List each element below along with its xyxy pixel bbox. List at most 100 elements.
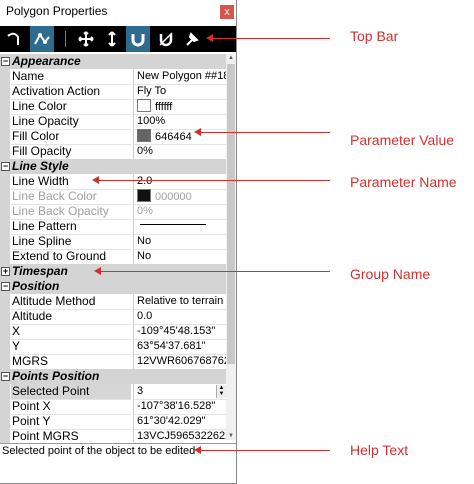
group-name: Position (12, 279, 60, 293)
property-row-mgrs[interactable]: MGRS 12VWR6067687625 (0, 354, 226, 370)
property-value[interactable]: New Polygon ##1862 (133, 69, 226, 85)
property-name: Selected Point (11, 384, 131, 400)
property-name: Y (11, 339, 131, 355)
arrow-line (212, 38, 330, 39)
property-row-x[interactable]: X -109°45'48.153" (0, 324, 226, 340)
annotation-label: Parameter Value (350, 132, 455, 148)
expand-toggle-icon[interactable]: + (1, 267, 10, 276)
property-row-point-x[interactable]: Point X -107°38'16.528" (0, 399, 226, 415)
property-row-altitude-method[interactable]: Altitude Method Relative to terrain (0, 294, 226, 310)
group-name: Appearance (12, 54, 81, 68)
point-x-value: -107°38'16.528" (137, 400, 216, 412)
group-position[interactable]: − Position (0, 279, 226, 294)
property-name: Line Opacity (11, 114, 131, 130)
vertical-scrollbar[interactable]: ▲ ▼ (226, 54, 236, 440)
property-value[interactable]: 61°30'42.029" (133, 414, 226, 430)
property-row-line-pattern[interactable]: Line Pattern (0, 219, 226, 235)
line-pattern-preview (140, 224, 206, 225)
property-row-activation-action[interactable]: Activation Action Fly To (0, 84, 226, 100)
property-name: Line Width (11, 174, 131, 190)
group-appearance[interactable]: − Appearance (0, 54, 226, 69)
property-value[interactable]: Fly To (133, 84, 226, 100)
property-row-extend-to-ground[interactable]: Extend to Ground No (0, 249, 226, 265)
property-value[interactable]: Relative to terrain (133, 294, 226, 310)
property-value[interactable]: No (133, 234, 226, 250)
scroll-up-icon[interactable]: ▲ (226, 54, 236, 62)
line-back-color-value: 000000 (155, 191, 192, 203)
line-spline-value: No (137, 235, 152, 247)
property-name: Extend to Ground (11, 249, 131, 265)
spinner-arrows-icon[interactable]: ▲ ▼ (216, 385, 226, 398)
property-row-point-mgrs[interactable]: Point MGRS 13VCJ5965322622 (0, 429, 226, 445)
property-row-line-color[interactable]: Line Color ffffff (0, 99, 226, 115)
property-value[interactable]: 2.0 (133, 174, 226, 190)
property-row-name[interactable]: Name New Polygon ##1862 (0, 69, 226, 85)
row-gutter (0, 99, 10, 115)
scroll-down-icon[interactable]: ▼ (226, 432, 236, 440)
arrow-line (98, 180, 330, 181)
property-row-line-opacity[interactable]: Line Opacity 100% (0, 114, 226, 130)
pin-icon[interactable] (180, 26, 204, 52)
property-row-fill-color[interactable]: Fill Color 646464 (0, 129, 226, 145)
group-name: Line Style (12, 159, 69, 173)
close-button[interactable]: x (220, 5, 234, 19)
property-row-y[interactable]: Y 63°54'37.681" (0, 339, 226, 355)
row-gutter (0, 354, 10, 370)
vertical-move-icon[interactable] (100, 26, 124, 52)
move-icon[interactable] (74, 26, 98, 52)
row-gutter (0, 414, 10, 430)
property-name: Activation Action (11, 84, 131, 100)
property-row-fill-opacity[interactable]: Fill Opacity 0% (0, 144, 226, 160)
group-points-position[interactable]: − Points Position (0, 369, 226, 384)
line-width-value: 2.0 (137, 175, 153, 187)
collapse-toggle-icon[interactable]: − (1, 57, 10, 66)
arc-tool-icon[interactable] (2, 26, 26, 52)
row-gutter (0, 339, 10, 355)
magnet-icon[interactable] (126, 26, 150, 52)
extend-to-ground-value: No (137, 250, 152, 262)
row-gutter (0, 399, 10, 415)
row-gutter (0, 234, 10, 250)
fill-color-value: 646464 (155, 131, 192, 143)
collapse-toggle-icon[interactable]: − (1, 372, 10, 381)
top-bar-toolbar (0, 26, 236, 52)
property-value: 000000 (133, 189, 226, 205)
magnet-off-icon[interactable] (154, 26, 178, 52)
property-row-point-y[interactable]: Point Y 61°30'42.029" (0, 414, 226, 430)
property-name: X (11, 324, 131, 340)
property-name: Line Color (11, 99, 131, 115)
property-value[interactable]: -109°45'48.153" (133, 324, 226, 340)
annotation-label: Top Bar (350, 28, 399, 44)
property-row-altitude[interactable]: Altitude 0.0 (0, 309, 226, 325)
row-gutter (0, 249, 10, 265)
toolbar-separator (65, 31, 66, 47)
property-row-line-width[interactable]: Line Width 2.0 (0, 174, 226, 190)
property-value[interactable]: 0% (133, 144, 226, 160)
property-row-selected-point[interactable]: Selected Point 3 ▲ ▼ (0, 384, 226, 400)
polyline-tool-icon[interactable] (30, 26, 54, 52)
property-value[interactable]: 12VWR6067687625 (133, 354, 226, 370)
arrow-line (100, 271, 330, 272)
color-swatch (137, 189, 151, 202)
property-value[interactable]: 63°54'37.681" (133, 339, 226, 355)
collapse-toggle-icon[interactable]: − (1, 282, 10, 291)
property-name: Altitude (11, 309, 131, 325)
title-bar: Polygon Properties x (0, 0, 236, 22)
property-value[interactable]: 100% (133, 114, 226, 130)
scrollbar-thumb[interactable] (227, 64, 235, 364)
collapse-toggle-icon[interactable]: − (1, 162, 10, 171)
row-gutter (0, 384, 10, 400)
property-grid: − Appearance Name New Polygon ##1862 Act… (0, 54, 226, 445)
property-value[interactable]: -107°38'16.528" (133, 399, 226, 415)
property-value[interactable]: No (133, 249, 226, 265)
property-value[interactable] (133, 219, 226, 235)
group-line-style[interactable]: − Line Style (0, 159, 226, 174)
selected-point-stepper[interactable]: 3 ▲ ▼ (133, 384, 226, 400)
property-value[interactable]: 0.0 (133, 309, 226, 325)
y-value: 63°54'37.681" (137, 340, 206, 352)
annotation-label: Group Name (350, 266, 431, 282)
annotation-label: Parameter Name (350, 174, 457, 190)
property-row-line-spline[interactable]: Line Spline No (0, 234, 226, 250)
property-value[interactable]: ffffff (133, 99, 226, 115)
property-name: Line Spline (11, 234, 131, 250)
